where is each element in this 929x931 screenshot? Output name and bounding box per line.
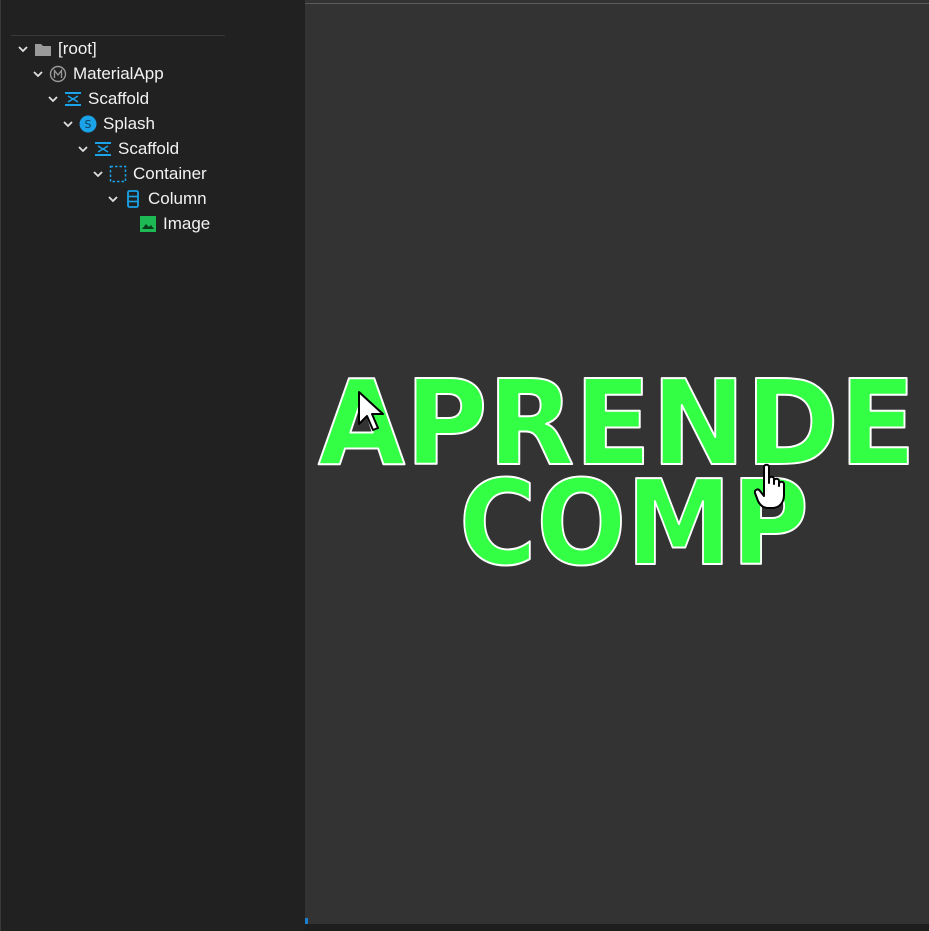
tree-item-label: Scaffold [118, 138, 180, 158]
tree-item-label: Splash [103, 113, 155, 133]
material-app-icon [49, 65, 67, 83]
folder-icon [34, 40, 52, 58]
tree-item-scaffold-inner[interactable]: Scaffold [76, 136, 179, 161]
container-icon [109, 165, 127, 183]
splash-icon: S [79, 115, 97, 133]
arrow-cursor-icon [358, 391, 384, 431]
image-icon [139, 215, 157, 233]
tree-item-image[interactable]: Image [139, 211, 210, 236]
tree-item-root[interactable]: [root] [16, 36, 97, 61]
app-logo-image: APRENDE COMP [317, 353, 917, 593]
tree-item-column[interactable]: Column [106, 186, 207, 211]
chevron-down-icon[interactable] [46, 92, 60, 106]
column-icon [124, 189, 142, 208]
chevron-down-icon[interactable] [106, 192, 120, 206]
tree-item-label: MaterialApp [73, 63, 164, 83]
tree-item-label: Container [133, 163, 207, 183]
scaffold-icon [94, 140, 112, 158]
preview-bottom-strip [305, 924, 929, 931]
tree-item-label: Scaffold [88, 88, 150, 108]
bottom-accent-marker [305, 918, 308, 924]
tree-item-materialapp[interactable]: MaterialApp [31, 61, 164, 86]
tree-item-scaffold[interactable]: Scaffold [46, 86, 149, 111]
tree-item-container[interactable]: Container [91, 161, 207, 186]
tree-item-label: Column [148, 188, 207, 208]
app-preview[interactable]: APRENDE COMP [305, 0, 929, 924]
chevron-down-icon[interactable] [61, 117, 75, 131]
chevron-down-icon[interactable] [31, 67, 45, 81]
svg-text:S: S [85, 118, 92, 131]
chevron-down-icon[interactable] [16, 42, 30, 56]
widget-tree-panel: [root] MaterialApp Scaffold S Splash Sca… [1, 0, 305, 931]
app-window: [root] MaterialApp Scaffold S Splash Sca… [0, 0, 929, 931]
chevron-down-icon[interactable] [76, 142, 90, 156]
scaffold-icon [64, 90, 82, 108]
tree-item-label: [root] [58, 38, 97, 58]
tree-item-label: Image [163, 213, 211, 233]
tree-item-splash[interactable]: S Splash [61, 111, 155, 136]
chevron-down-icon[interactable] [91, 167, 105, 181]
hand-cursor-icon [754, 463, 785, 509]
